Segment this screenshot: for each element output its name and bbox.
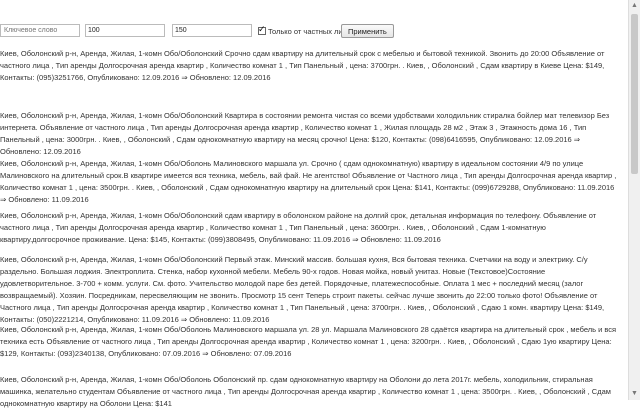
price-max-input[interactable] [172, 24, 252, 37]
listing-item[interactable]: Киев, Оболонский р-н, Аренда, Жилая, 1-к… [0, 324, 620, 360]
scroll-thumb[interactable] [631, 14, 638, 174]
scroll-up-icon[interactable]: ▲ [629, 0, 640, 12]
keyword-input[interactable] [0, 24, 80, 37]
private-only-label: Только от частных лиц [268, 26, 347, 36]
listing-item[interactable]: Киев, Оболонский р-н, Аренда, Жилая, 1-к… [0, 374, 620, 410]
filter-bar: Только от частных лиц Применить [0, 0, 628, 40]
private-only-filter[interactable]: Только от частных лиц [258, 24, 347, 37]
listing-item[interactable]: Киев, Оболонский р-н, Аренда, Жилая, 1-к… [0, 210, 620, 246]
listing-item[interactable]: Киев, Оболонский р-н, Аренда, Жилая, 1-к… [0, 48, 620, 84]
listing-item[interactable]: Киев, Оболонский р-н, Аренда, Жилая, 1-к… [0, 158, 620, 206]
listing-item[interactable]: Киев, Оболонский р-н, Аренда, Жилая, 1-к… [0, 254, 620, 326]
private-only-checkbox[interactable] [258, 24, 266, 35]
apply-button[interactable]: Применить [341, 24, 394, 38]
vertical-scrollbar[interactable]: ▲ ▼ [628, 0, 640, 400]
listing-item[interactable]: Киев, Оболонский р-н, Аренда, Жилая, 1-к… [0, 110, 620, 158]
price-min-input[interactable] [85, 24, 165, 37]
scroll-down-icon[interactable]: ▼ [629, 388, 640, 400]
